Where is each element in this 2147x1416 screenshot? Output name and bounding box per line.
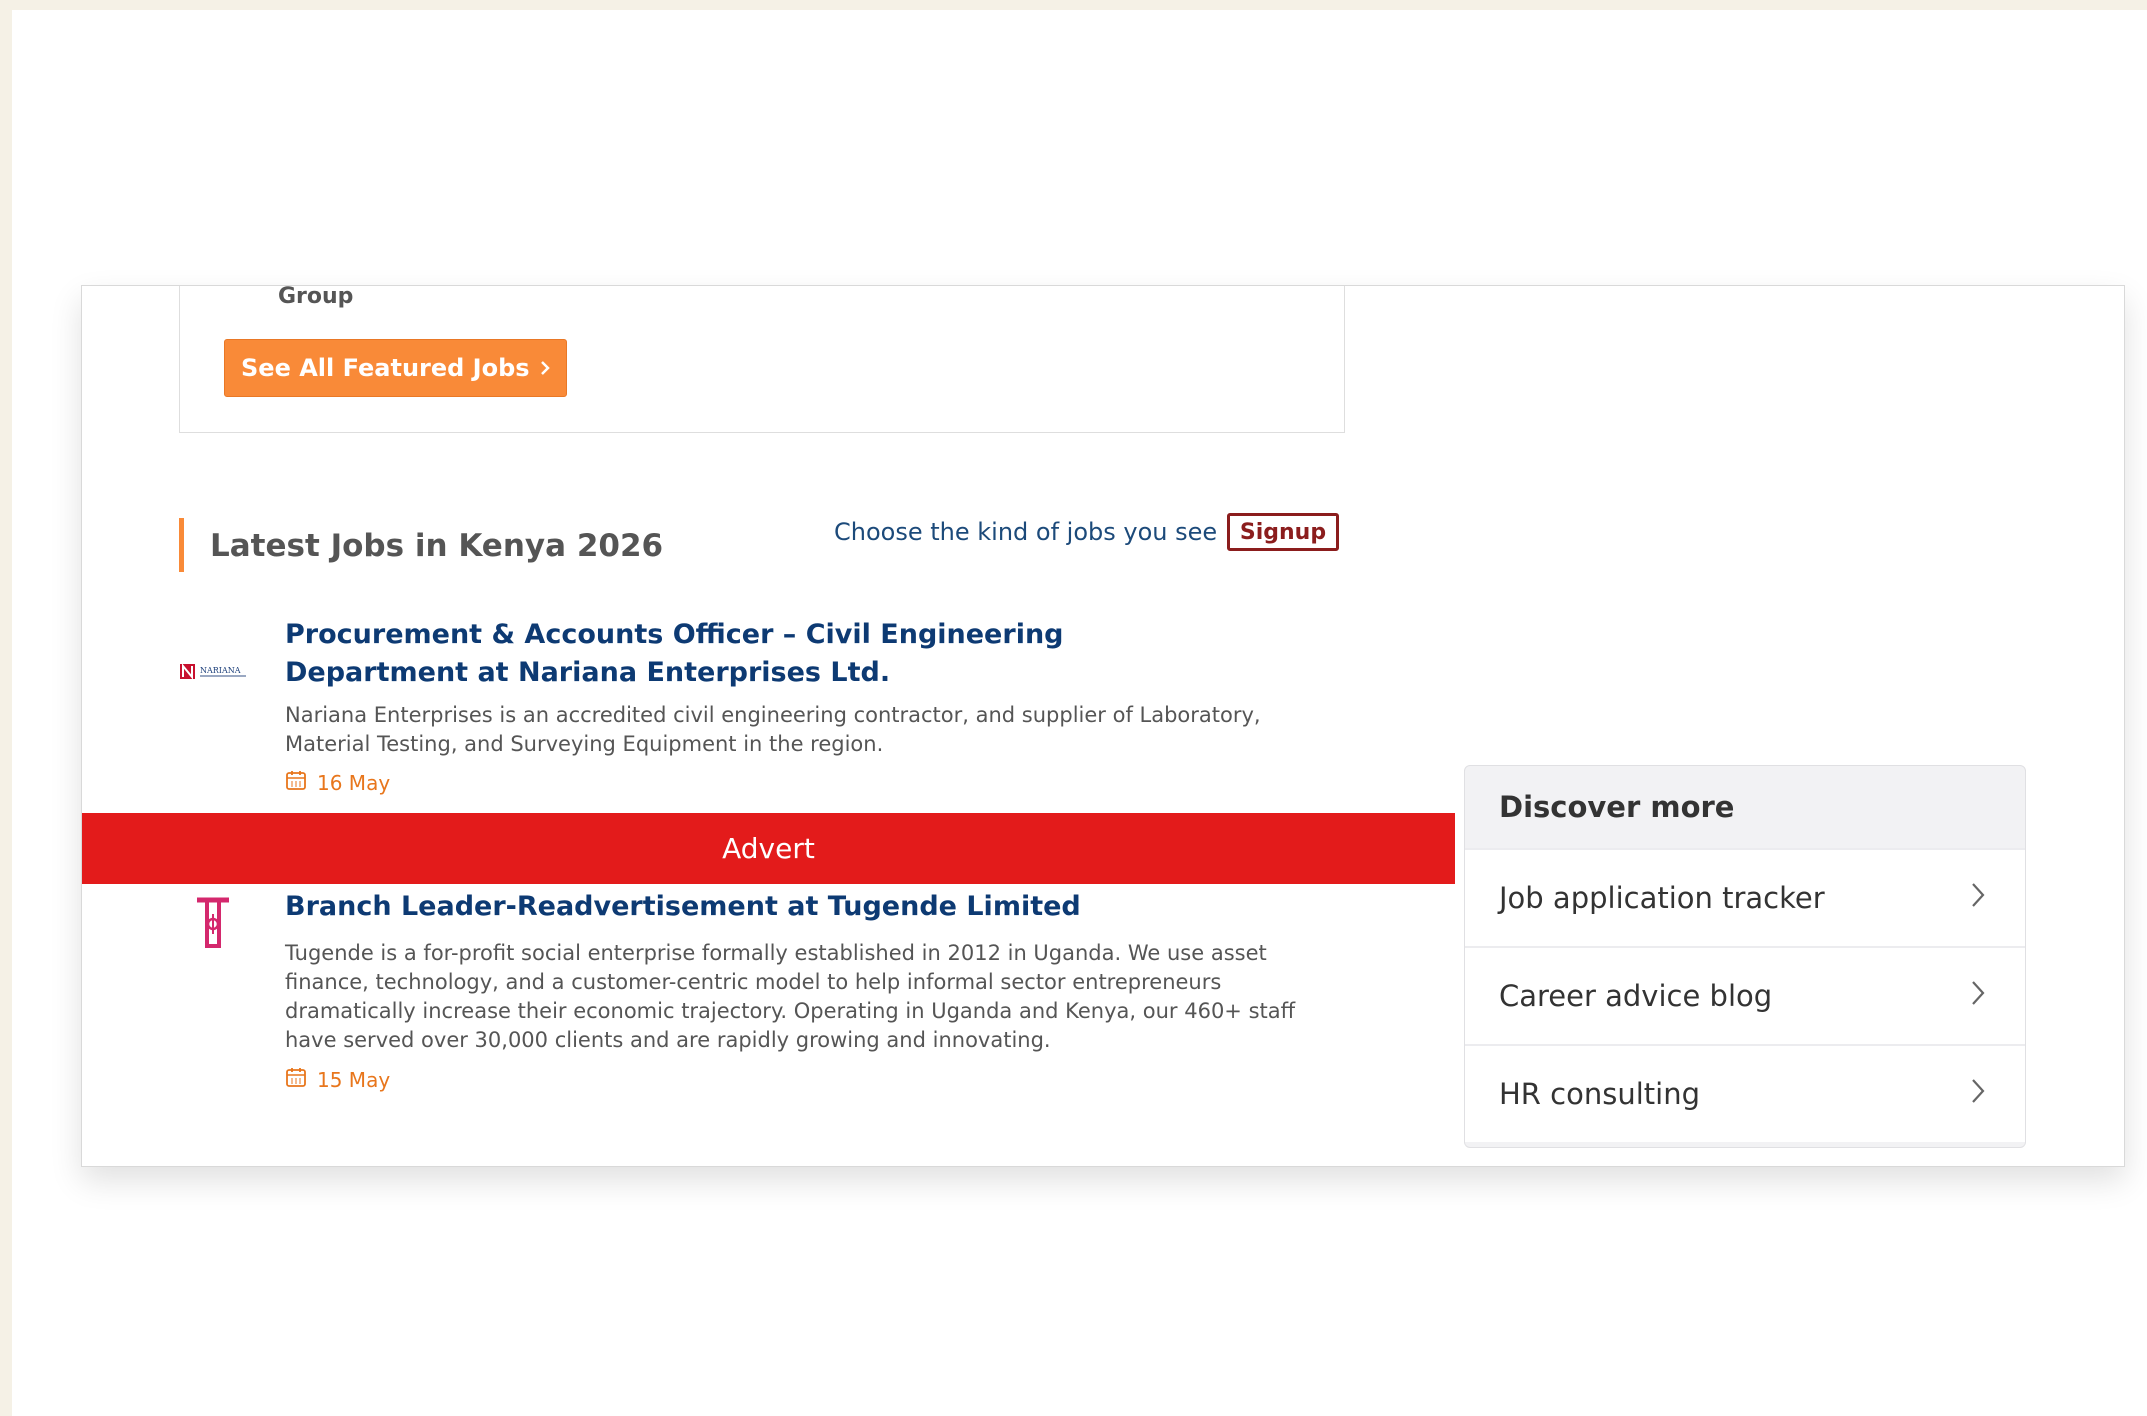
discover-item-career-advice-blog[interactable]: Career advice blog	[1465, 946, 2025, 1044]
job-listing: Branch Leader-Readvertisement at Tugende…	[179, 888, 1345, 1108]
discover-item-hr-consulting[interactable]: HR consulting	[1465, 1044, 2025, 1142]
page-background: Group See All Featured Jobs Latest Jobs …	[12, 10, 2147, 1416]
section-accent-bar	[179, 518, 184, 572]
discover-item-label: HR consulting	[1499, 1077, 1701, 1111]
featured-company-name: Group	[278, 285, 354, 309]
discover-more-panel: Discover more Job application tracker Ca…	[1464, 765, 2026, 1148]
job-description: Tugende is a for-profit social enterpris…	[285, 941, 1296, 1052]
discover-item-label: Career advice blog	[1499, 979, 1773, 1013]
calendar-icon	[285, 1066, 307, 1093]
job-title-link[interactable]: Procurement & Accounts Officer – Civil E…	[285, 616, 1245, 692]
logo-text: NARIANA	[200, 666, 241, 675]
featured-jobs-box: Group See All Featured Jobs	[179, 285, 1345, 433]
advert-banner[interactable]: Advert	[82, 813, 1455, 884]
company-logo[interactable]: NARIANA	[179, 662, 249, 686]
discover-item-job-application-tracker[interactable]: Job application tracker	[1465, 848, 2025, 946]
job-date: 15 May	[285, 1066, 390, 1093]
company-logo[interactable]	[193, 894, 233, 958]
calendar-icon	[285, 769, 307, 796]
job-date: 16 May	[285, 769, 390, 796]
job-date-text: 16 May	[317, 770, 391, 795]
see-all-featured-jobs-button[interactable]: See All Featured Jobs	[224, 339, 567, 397]
section-title: Latest Jobs in Kenya 2026	[210, 528, 664, 564]
chevron-right-icon	[1971, 881, 1985, 915]
discover-item-label: Job application tracker	[1499, 881, 1825, 915]
job-description: Nariana Enterprises is an accredited civ…	[285, 703, 1261, 756]
latest-jobs-header: Latest Jobs in Kenya 2026 Choose the kin…	[179, 513, 1345, 576]
see-all-featured-jobs-label: See All Featured Jobs	[241, 354, 530, 382]
chevron-right-icon	[1971, 979, 1985, 1013]
chevron-right-icon	[1971, 1077, 1985, 1111]
job-title-link[interactable]: Branch Leader-Readvertisement at Tugende…	[285, 888, 1245, 926]
discover-more-heading: Discover more	[1499, 790, 1735, 824]
chevron-right-icon	[540, 354, 550, 382]
signup-button[interactable]: Signup	[1227, 513, 1339, 551]
content-panel: Group See All Featured Jobs Latest Jobs …	[81, 285, 2125, 1167]
job-date-text: 15 May	[317, 1067, 391, 1092]
job-listing: NARIANA Procurement & Accounts Officer –…	[179, 616, 1345, 806]
choose-jobs-text: Choose the kind of jobs you see	[834, 518, 1218, 546]
